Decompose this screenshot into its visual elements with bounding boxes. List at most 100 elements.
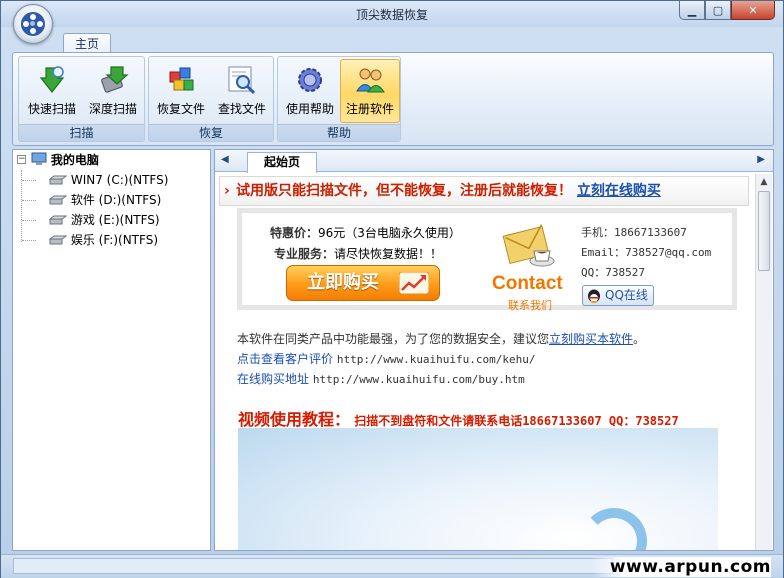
trial-notice-text: 试用版只能扫描文件，但不能恢复，注册后就能恢复！ xyxy=(236,183,572,199)
drive-icon xyxy=(48,215,68,225)
tree-node-drive-c[interactable]: WIN7 (C:)(NTFS) xyxy=(48,171,169,189)
phone-text: 手机：18667133607 xyxy=(581,226,687,239)
film-reel-icon xyxy=(21,12,45,36)
tree-node-my-computer[interactable]: 我的电脑 xyxy=(31,151,99,169)
customer-review-link[interactable]: 点击查看客户评价 xyxy=(237,352,333,366)
ribbon-tab-row: 主页 xyxy=(1,27,783,54)
find-files-button[interactable]: 查找文件 xyxy=(212,59,272,123)
tree-node-drive-d[interactable]: 软件 (D:)(NTFS) xyxy=(48,191,162,209)
quick-scan-label: 快速扫描 xyxy=(27,102,76,116)
recover-files-button[interactable]: 恢复文件 xyxy=(151,59,211,123)
drive-label: WIN7 (C:)(NTFS) xyxy=(70,173,169,187)
help-label: 使用帮助 xyxy=(285,102,334,116)
tree-connector xyxy=(22,200,36,201)
minimize-button[interactable]: ▁ xyxy=(679,1,705,20)
buy-address-link[interactable]: 在线购买地址 xyxy=(237,372,309,386)
buy-now-label: 立即购买 xyxy=(307,272,379,293)
buy-url[interactable]: http://www.kuaihuifu.com/buy.htm xyxy=(313,373,525,386)
ribbon-group-recover: 恢复文件 查找文件 恢复 xyxy=(148,56,274,142)
register-button[interactable]: 注册软件 xyxy=(340,59,400,123)
help-button[interactable]: 使用帮助 xyxy=(280,59,340,123)
service-line: 专业服务：请尽快恢复数据！！ xyxy=(274,245,442,262)
quick-scan-button[interactable]: 快速扫描 xyxy=(22,59,82,123)
tree-expander[interactable]: − xyxy=(17,155,26,164)
buy-software-link[interactable]: 立刻购买本软件 xyxy=(549,332,633,346)
contact-subheading: 联系我们 xyxy=(508,299,552,312)
find-files-label: 查找文件 xyxy=(217,102,266,116)
drive-label: 游戏 (E:)(NTFS) xyxy=(70,213,160,227)
video-title: 视频使用教程： xyxy=(238,410,351,429)
close-button[interactable]: ✕ xyxy=(731,1,775,20)
promo-box: 特惠价：96元（3台电脑永久使用） 专业服务：请尽快恢复数据！！ 立即购买 Co… xyxy=(237,208,737,312)
title-bar[interactable]: 顶尖数据恢复 ▁ ▢ ✕ xyxy=(1,1,783,27)
price-label: 特惠价： xyxy=(270,226,319,240)
tree-node-drive-e[interactable]: 游戏 (E:)(NTFS) xyxy=(48,211,160,229)
group-label-scan: 扫描 xyxy=(19,124,144,141)
review-url[interactable]: http://www.kuaihuifu.com/kehu/ xyxy=(337,353,536,366)
tab-scroll-right-icon[interactable]: ▶ xyxy=(757,154,765,165)
tab-scroll-left-icon[interactable]: ◀ xyxy=(221,154,229,165)
ribbon-group-help: 使用帮助 注册软件 帮助 xyxy=(277,56,401,142)
buy-now-button[interactable]: 立即购买 xyxy=(286,265,440,301)
price-line: 特惠价：96元（3台电脑永久使用） xyxy=(270,224,461,241)
video-contact-note: 扫描不到盘符和文件请联系电话18667133607 QQ：738527 xyxy=(354,414,679,428)
qq-online-label: QQ在线 xyxy=(605,288,648,302)
tree-connector xyxy=(22,220,36,221)
recover-files-label: 恢复文件 xyxy=(156,102,205,116)
buy-online-line: 在线购买地址 http://www.kuaihuifu.com/buy.htm xyxy=(237,370,525,387)
help-gear-icon xyxy=(298,68,322,92)
qq-number-text: QQ：738527 xyxy=(581,266,645,279)
status-field xyxy=(13,558,613,574)
scroll-thumb[interactable] xyxy=(758,191,770,271)
maximize-button[interactable]: ▢ xyxy=(705,1,731,20)
trend-arrow-icon xyxy=(399,272,429,294)
tab-start-page[interactable]: 起始页 xyxy=(247,152,317,173)
intro-paragraph: 本软件在同类产品中功能最强，为了您的数据安全，建议您立刻购买本软件。 xyxy=(237,330,645,347)
app-menu-button[interactable] xyxy=(13,4,53,44)
tree-root-label: 我的电脑 xyxy=(50,153,99,167)
find-files-icon xyxy=(228,66,256,95)
trial-notice: › 试用版只能扫描文件，但不能恢复，注册后就能恢复！ 立刻在线购买 xyxy=(219,176,749,206)
envelope-coffee-icon xyxy=(502,224,555,267)
start-page-content: › 试用版只能扫描文件，但不能恢复，注册后就能恢复！ 立刻在线购买 特惠价：96… xyxy=(219,174,753,550)
deep-scan-button[interactable]: 深度扫描 xyxy=(83,59,143,123)
maximize-icon: ▢ xyxy=(712,3,724,17)
drive-icon xyxy=(48,235,68,245)
close-icon: ✕ xyxy=(748,3,758,17)
review-line: 点击查看客户评价 http://www.kuaihuifu.com/kehu/ xyxy=(237,350,536,367)
vertical-scrollbar[interactable]: ▲ xyxy=(755,174,772,550)
qq-online-button[interactable]: QQ在线 xyxy=(582,285,654,306)
status-bar: www.arpun.com xyxy=(1,554,783,578)
tab-home[interactable]: 主页 xyxy=(63,33,111,54)
tree-node-drive-f[interactable]: 娱乐 (F:)(NTFS) xyxy=(48,231,158,249)
chevron-right-icon: › xyxy=(224,183,230,199)
intro-tail: 。 xyxy=(633,332,646,346)
document-tab-strip: ◀ 起始页 ▶ xyxy=(215,150,773,173)
ribbon: 快速扫描 深度扫描 扫描 恢复文件 查找文件 恢复 使用帮助 注册软件 帮助 xyxy=(12,52,774,146)
intro-text: 本软件在同类产品中功能最强，为了您的数据安全，建议您 xyxy=(237,332,550,346)
email-text: Email：738527@qq.com xyxy=(581,246,712,259)
drive-label: 娱乐 (F:)(NTFS) xyxy=(70,233,158,247)
recover-files-icon xyxy=(169,67,194,91)
drive-tree-panel: − 我的电脑 WIN7 (C:)(NTFS) 软件 (D:)(NTFS) 游戏 … xyxy=(12,149,211,551)
quick-scan-icon xyxy=(39,66,65,93)
window-controls: ▁ ▢ ✕ xyxy=(679,1,775,21)
ribbon-group-scan: 快速扫描 深度扫描 扫描 xyxy=(18,56,145,142)
deep-scan-icon xyxy=(101,66,129,93)
drive-label: 软件 (D:)(NTFS) xyxy=(70,193,162,207)
buy-online-link[interactable]: 立刻在线购买 xyxy=(577,183,661,199)
window-title: 顶尖数据恢复 xyxy=(355,8,428,22)
computer-icon xyxy=(31,152,47,165)
video-player[interactable] xyxy=(238,428,718,550)
qq-penguin-icon xyxy=(588,289,600,303)
drive-icon xyxy=(48,195,68,205)
deep-scan-label: 深度扫描 xyxy=(88,102,137,116)
watermark-text: www.arpun.com xyxy=(591,557,771,577)
video-tutorial-heading: 视频使用教程： 扫描不到盘符和文件请联系电话18667133607 QQ：738… xyxy=(238,406,679,430)
tree-connector xyxy=(22,240,36,241)
scroll-up-icon[interactable]: ▲ xyxy=(756,174,772,190)
group-label-help: 帮助 xyxy=(278,124,400,141)
register-label: 注册软件 xyxy=(345,102,394,116)
service-label: 专业服务： xyxy=(274,247,335,261)
minimize-icon: ▁ xyxy=(687,3,697,17)
